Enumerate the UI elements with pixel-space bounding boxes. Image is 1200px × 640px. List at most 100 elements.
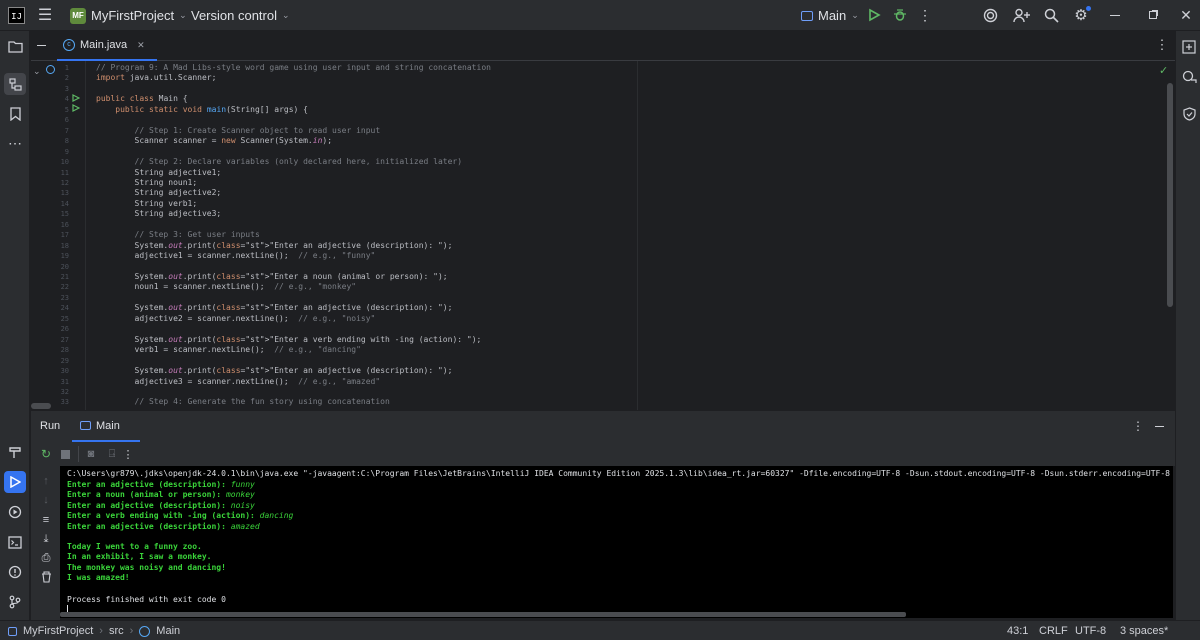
right-margin-guide xyxy=(637,61,638,410)
run-tool-button[interactable] xyxy=(4,471,26,493)
run-button[interactable] xyxy=(866,7,882,23)
run-config-selector[interactable]: Main ⌄ xyxy=(801,0,859,31)
scroll-to-end-icon[interactable]: ⤓ xyxy=(39,532,53,546)
ai-assistant-button[interactable] xyxy=(982,7,998,23)
main-menu-icon[interactable]: ☰ xyxy=(36,6,54,24)
git-button[interactable] xyxy=(7,594,23,610)
structure-view-button[interactable] xyxy=(4,73,26,95)
line-number: 28 xyxy=(60,346,69,355)
search-icon xyxy=(1044,8,1059,23)
run-gutter-icon[interactable] xyxy=(72,104,80,112)
code-editor[interactable]: ⌄ 1 // Program 9: A Mad Libs-style word g… xyxy=(31,61,1175,410)
console-user-input: monkey xyxy=(225,490,255,500)
code-line: System.out.print(class="st">"Enter an ad… xyxy=(96,366,453,376)
line-number: 25 xyxy=(60,314,69,323)
services-button[interactable] xyxy=(7,504,23,520)
project-selector[interactable]: MF MyFirstProject ⌄ xyxy=(70,0,187,31)
ai-chat-icon xyxy=(1182,70,1197,83)
restore-button[interactable] xyxy=(1145,7,1161,23)
no-problems-check-icon[interactable]: ✓ xyxy=(1159,64,1168,77)
exit-icon[interactable]: ⍈ xyxy=(105,447,119,461)
terminal-button[interactable] xyxy=(7,534,23,550)
project-view-button[interactable] xyxy=(7,39,23,53)
shield-icon xyxy=(1182,107,1196,121)
intellij-logo-icon[interactable]: IJ xyxy=(8,7,25,24)
rerun-icon[interactable]: ↻ xyxy=(39,447,53,461)
java-class-icon: c xyxy=(63,39,75,51)
trash-icon[interactable] xyxy=(39,570,53,584)
more-actions-icon[interactable]: ⋮ xyxy=(918,7,932,23)
code-line: System.out.print(class="st">"Enter an ad… xyxy=(96,303,453,313)
line-number: 16 xyxy=(60,220,69,229)
project-name: MyFirstProject xyxy=(91,8,175,23)
settings-button[interactable]: ⚙ xyxy=(1073,6,1091,24)
stop-icon[interactable] xyxy=(59,448,71,460)
breadcrumb-main[interactable]: Main xyxy=(156,625,180,637)
editor-vertical-scrollbar[interactable] xyxy=(1167,83,1173,307)
scroll-up-icon[interactable]: ↑ xyxy=(39,474,53,488)
git-branch-icon xyxy=(9,595,21,609)
version-control-menu[interactable]: Version control ⌄ xyxy=(191,0,290,31)
editor-tab-label: Main.java xyxy=(80,39,128,51)
code-line: public static void main(String[] args) { xyxy=(115,104,308,114)
scroll-down-icon[interactable]: ↓ xyxy=(39,493,53,507)
tab-options-icon[interactable]: ⋮ xyxy=(1155,37,1169,53)
minimize-icon xyxy=(1110,14,1120,16)
search-button[interactable] xyxy=(1043,7,1059,23)
line-number: 21 xyxy=(60,273,69,281)
line-number: 20 xyxy=(60,262,69,271)
editor-tab-main-java[interactable]: c Main.java ✕ xyxy=(57,31,157,61)
console-prompt-line: Enter a verb ending with -ing (action): … xyxy=(67,511,294,521)
hammer-icon xyxy=(9,447,21,458)
code-line: public class Main { xyxy=(96,94,188,104)
debug-button[interactable] xyxy=(892,7,908,23)
run-tab-main[interactable]: Main xyxy=(72,411,140,442)
build-button[interactable] xyxy=(7,444,23,460)
add-user-icon xyxy=(1012,8,1030,22)
caret-position[interactable]: 43:1 xyxy=(1007,625,1028,637)
code-line: // Step 3: Get user inputs xyxy=(96,230,260,240)
line-number: 24 xyxy=(60,304,69,313)
fold-icon[interactable]: ⌄ xyxy=(33,66,41,77)
security-button[interactable] xyxy=(1181,106,1197,122)
line-separator[interactable]: CRLF xyxy=(1039,625,1068,637)
soft-wrap-icon[interactable]: ≡ xyxy=(39,513,53,527)
breadcrumb-project[interactable]: MyFirstProject xyxy=(23,625,93,637)
add-user-button[interactable] xyxy=(1012,7,1030,23)
collapse-icon[interactable] xyxy=(35,39,47,51)
run-options-icon[interactable]: ⋮ xyxy=(1132,419,1144,433)
more-run-actions-icon[interactable]: ⋮ xyxy=(123,447,134,461)
close-tab-icon[interactable]: ✕ xyxy=(137,40,145,51)
app-window-icon xyxy=(80,421,91,430)
folder-icon xyxy=(7,40,23,53)
right-tool-strip xyxy=(1175,31,1200,620)
run-console[interactable]: C:\Users\gr879\.jdks\openjdk-24.0.1\bin\… xyxy=(60,466,1173,618)
code-line: String adjective2; xyxy=(96,188,222,198)
console-story-line: Today I went to a funny zoo. xyxy=(67,542,202,551)
ai-chat-button[interactable] xyxy=(1181,69,1197,85)
console-prompt-line: Enter an adjective (description): amazed xyxy=(67,521,260,531)
code-line: String adjective1; xyxy=(96,167,222,177)
file-encoding[interactable]: UTF-8 xyxy=(1075,625,1106,637)
problems-button[interactable] xyxy=(7,564,23,580)
console-story-line: In an exhibit, I saw a monkey. xyxy=(67,552,212,562)
debug-icon xyxy=(894,9,906,21)
bookmarks-button[interactable] xyxy=(7,106,23,122)
hide-panel-icon[interactable] xyxy=(1152,419,1166,433)
breadcrumb-src[interactable]: src xyxy=(109,625,124,637)
close-button[interactable]: ✕ xyxy=(1178,7,1194,23)
editor-horizontal-scrollbar[interactable] xyxy=(31,403,51,409)
indent-setting[interactable]: 3 spaces* xyxy=(1120,625,1168,637)
more-tools-icon[interactable]: ⋯ xyxy=(6,135,24,151)
structure-icon xyxy=(8,77,22,91)
line-number: 10 xyxy=(60,158,69,167)
notifications-button[interactable] xyxy=(1181,39,1197,55)
camera-icon[interactable]: ◙ xyxy=(84,447,98,461)
print-icon[interactable]: ⎙ xyxy=(39,551,53,565)
run-gutter-icon[interactable] xyxy=(72,94,80,102)
console-horizontal-scrollbar[interactable] xyxy=(60,612,906,617)
code-line: System.out.print(class="st">"Enter an ad… xyxy=(96,240,453,250)
title-bar: IJ ☰ MF MyFirstProject ⌄ Version control… xyxy=(0,0,1200,31)
line-number: 32 xyxy=(60,387,69,396)
minimize-button[interactable] xyxy=(1107,7,1123,23)
